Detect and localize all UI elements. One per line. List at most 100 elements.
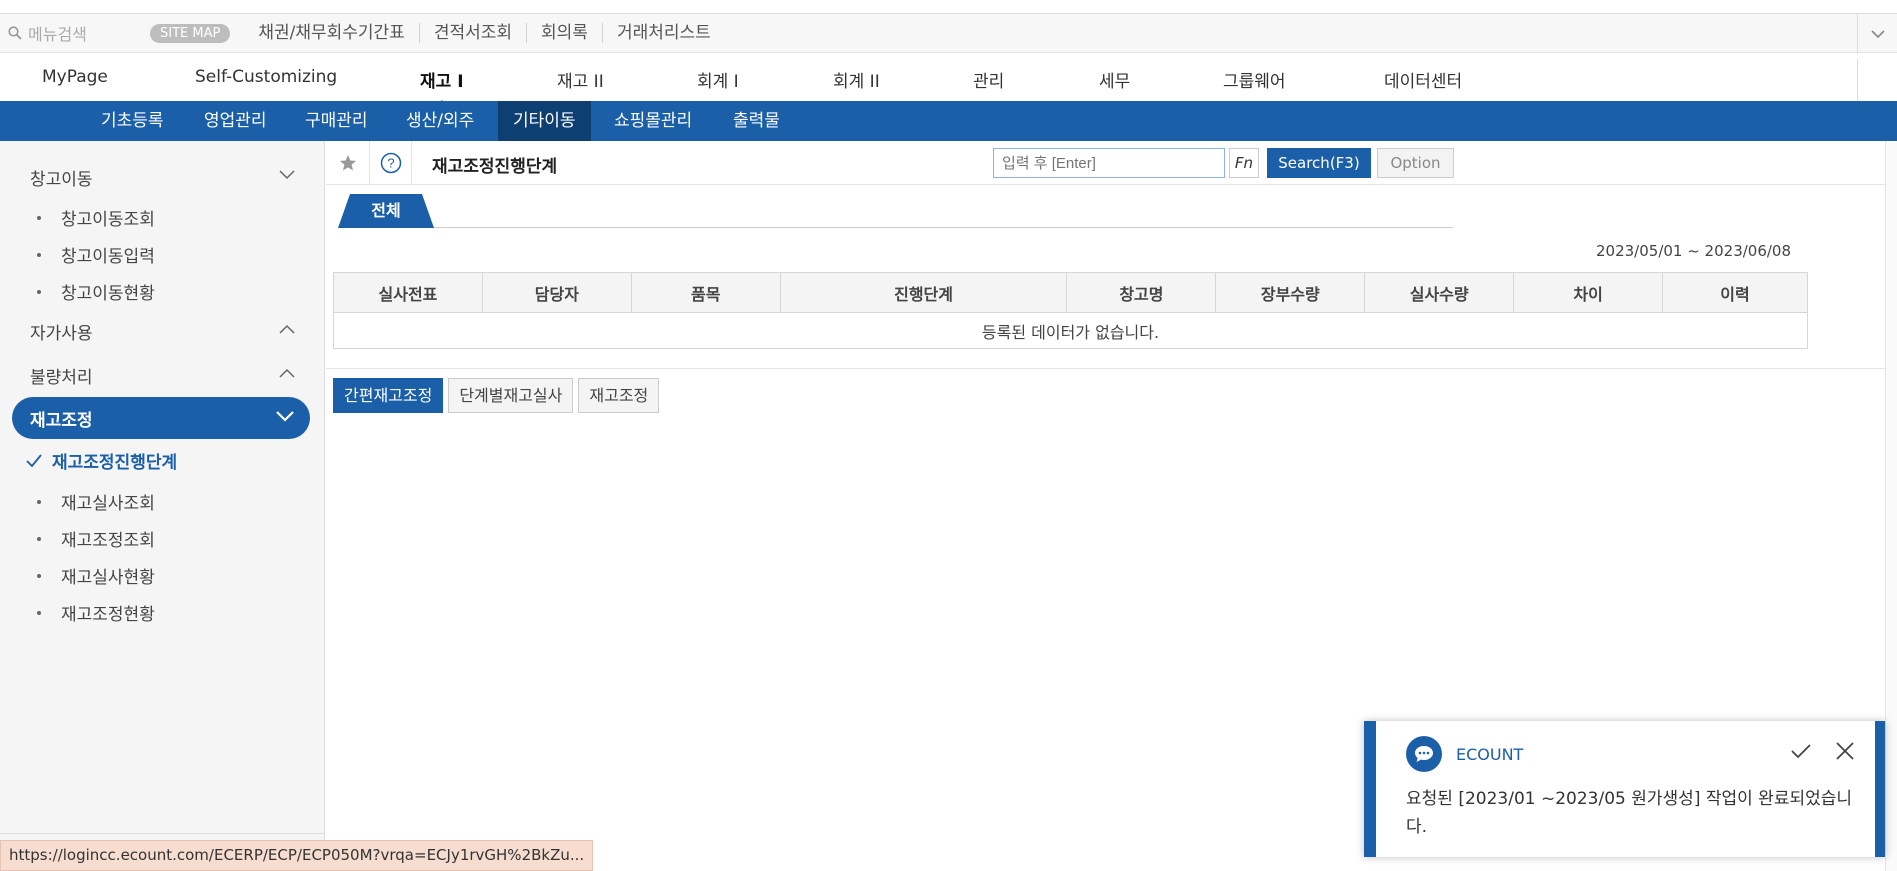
column-header[interactable]: 실사전표 <box>333 272 483 313</box>
sidebar-item[interactable]: 창고이동현황 <box>30 279 155 304</box>
svg-text:?: ? <box>387 156 394 171</box>
chevron-down-icon <box>279 170 295 180</box>
sidebar-group[interactable]: 창고이동 <box>0 162 325 192</box>
main-menu-item[interactable]: 회계 II <box>833 67 880 92</box>
column-header[interactable]: 담당자 <box>481 272 632 313</box>
sidebar-item-label: 재고조정진행단계 <box>52 453 178 473</box>
sidebar-item[interactable]: 재고실사현황 <box>30 563 155 588</box>
sitemap-button[interactable]: SITE MAP <box>150 23 231 43</box>
column-header[interactable]: 장부수량 <box>1215 272 1366 313</box>
main-menu-item[interactable]: 데이터센터 <box>1384 67 1462 92</box>
empty-message: 등록된 데이터가 없습니다. <box>333 312 1808 349</box>
chevron-down-icon <box>276 411 294 422</box>
sidebar-item[interactable]: 재고실사조회 <box>30 489 155 514</box>
sub-menu-item[interactable]: 생산/외주 <box>391 101 489 141</box>
shortcut-link[interactable]: 회의록 <box>527 23 603 43</box>
bullet-icon <box>37 289 41 294</box>
menu-scroll[interactable] <box>1857 59 1897 101</box>
table-header-row: 실사전표 담당자 품목 진행단계 창고명 장부수량 실사수량 차이 이력 <box>333 272 1808 313</box>
sub-menu-item[interactable]: 영업관리 <box>189 101 282 141</box>
bullet-icon <box>37 215 41 220</box>
sidebar-group-active[interactable]: 재고조정 <box>12 397 310 439</box>
shortcut-link[interactable]: 채권/채무회수기간표 <box>244 23 420 43</box>
sidebar-item-current[interactable]: 재고조정진행단계 <box>26 448 177 473</box>
chevron-down-icon <box>1870 29 1885 38</box>
main-menu-item[interactable]: 그룹웨어 <box>1223 67 1286 92</box>
sidebar-item[interactable]: 재고조정현황 <box>30 600 155 625</box>
shortcut-expand-button[interactable] <box>1857 14 1897 54</box>
content-header: ? 재고조정진행단계 Fn Search(F3) Option <box>326 141 1897 185</box>
date-range: 2023/05/01 ~ 2023/06/08 <box>1596 242 1792 260</box>
option-button[interactable]: Option <box>1377 148 1454 178</box>
chevron-up-icon <box>279 324 295 334</box>
bottom-toolbar: 간편재고조정 단계별재고실사 재고조정 <box>333 378 660 413</box>
sub-menu-item[interactable]: 출력물 <box>718 101 795 141</box>
data-table: 실사전표 담당자 품목 진행단계 창고명 장부수량 실사수량 차이 이력 등록된… <box>333 272 1808 349</box>
sidebar-group-label: 창고이동 <box>30 169 93 190</box>
sidebar-item[interactable]: 창고이동조회 <box>30 205 155 230</box>
main-menu-item[interactable]: 세무 <box>1099 67 1130 92</box>
main-menu-item-active[interactable]: 재고 I <box>420 67 464 106</box>
tab-bar: 전체 <box>338 194 1453 228</box>
sidebar-item[interactable]: 재고조정조회 <box>30 526 155 551</box>
column-header[interactable]: 품목 <box>630 272 781 313</box>
bullet-icon <box>37 610 41 615</box>
bullet-icon <box>37 536 41 541</box>
check-icon[interactable] <box>1791 743 1811 759</box>
main-menu-item[interactable]: 재고 II <box>557 67 604 92</box>
column-header[interactable]: 창고명 <box>1066 272 1217 313</box>
column-header[interactable]: 진행단계 <box>779 272 1068 313</box>
sidebar-item-label: 재고실사조회 <box>61 494 155 514</box>
sub-menu-item-active[interactable]: 기타이동 <box>498 101 591 141</box>
notification-message: 요청된 [2023/01 ~2023/05 원가생성] 작업이 완료되었습니다. <box>1406 789 1853 837</box>
column-header[interactable]: 차이 <box>1513 272 1664 313</box>
main-menu-item[interactable]: Self-Customizing <box>195 67 337 87</box>
close-icon[interactable] <box>1835 741 1855 761</box>
tab-all[interactable]: 전체 <box>338 194 434 228</box>
column-header[interactable]: 실사수량 <box>1364 272 1515 313</box>
notification-title: ECOUNT <box>1456 745 1524 764</box>
quick-adjust-button[interactable]: 간편재고조정 <box>333 378 444 413</box>
sidebar-group-label: 재고조정 <box>30 410 93 431</box>
main-menu-item[interactable]: 회계 I <box>697 67 739 92</box>
main-menu-item[interactable]: MyPage <box>42 67 108 87</box>
shortcut-link[interactable]: 견적서조회 <box>420 23 528 43</box>
sidebar-group[interactable]: 불량처리 <box>0 360 325 390</box>
sidebar-group-label: 불량처리 <box>30 367 93 388</box>
bullet-icon <box>37 573 41 578</box>
page-title: 재고조정진행단계 <box>432 157 558 177</box>
shortcut-link[interactable]: 거래처리스트 <box>603 23 725 43</box>
top-search-bar: 메뉴검색 SITE MAP 채권/채무회수기간표 견적서조회 회의록 거래처리스… <box>0 13 1897 54</box>
scrollbar[interactable] <box>1885 141 1897 871</box>
sidebar-group[interactable]: 자가사용 <box>0 316 325 346</box>
help-button[interactable]: ? <box>370 141 412 185</box>
star-icon <box>339 154 356 171</box>
check-icon <box>26 454 42 467</box>
quick-search-input[interactable] <box>993 148 1225 178</box>
column-header[interactable]: 이력 <box>1662 272 1808 313</box>
sub-menu: 기초등록 영업관리 구매관리 생산/외주 기타이동 쇼핑몰관리 출력물 <box>0 101 1897 141</box>
menu-search[interactable]: 메뉴검색 <box>0 21 150 45</box>
sidebar-group-label: 자가사용 <box>30 323 93 344</box>
sub-menu-item[interactable]: 쇼핑몰관리 <box>599 101 707 141</box>
menu-search-placeholder: 메뉴검색 <box>28 25 87 44</box>
sub-menu-item[interactable]: 구매관리 <box>290 101 383 141</box>
sidebar: 창고이동 창고이동조회 창고이동입력 창고이동현황 자가사용 불량처리 재고조정… <box>0 141 325 871</box>
favorite-button[interactable] <box>326 141 370 185</box>
search-button[interactable]: Search(F3) <box>1267 148 1371 178</box>
help-icon: ? <box>380 152 401 174</box>
sub-menu-item[interactable]: 기초등록 <box>86 101 179 141</box>
fn-button[interactable]: Fn <box>1229 148 1259 178</box>
sidebar-item[interactable]: 창고이동입력 <box>30 242 155 267</box>
adjust-button[interactable]: 재고조정 <box>578 378 660 413</box>
main-menu-item[interactable]: 관리 <box>973 67 1004 92</box>
sidebar-item-label: 창고이동현황 <box>61 284 155 304</box>
stepwise-count-button[interactable]: 단계별재고실사 <box>448 378 574 413</box>
chat-icon <box>1406 736 1442 772</box>
divider <box>326 368 1897 369</box>
bullet-icon <box>37 499 41 504</box>
sidebar-item-label: 창고이동조회 <box>61 210 155 230</box>
notification-popup: ECOUNT 요청된 [2023/01 ~2023/05 원가생성] 작업이 완… <box>1364 721 1885 857</box>
main-menu: MyPage Self-Customizing 재고 I 재고 II 회계 I … <box>0 59 1897 106</box>
search-icon <box>8 26 22 40</box>
